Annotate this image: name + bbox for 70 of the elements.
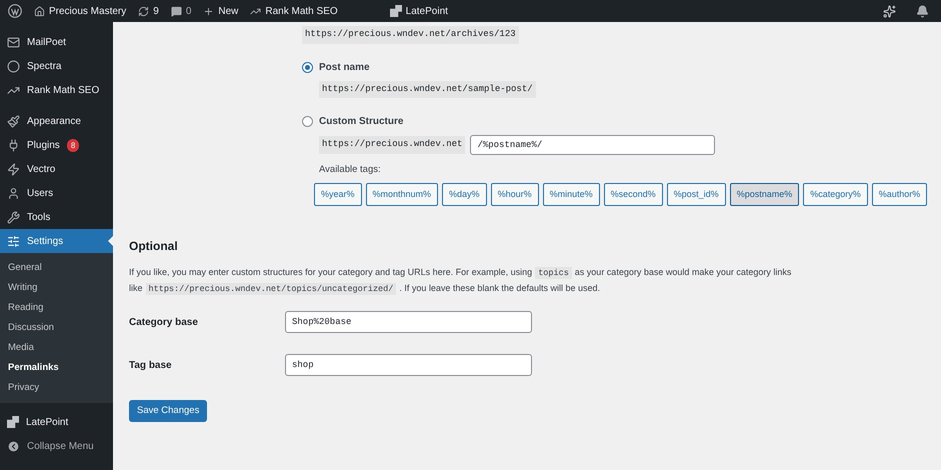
tag-button[interactable]: %year%	[314, 183, 362, 206]
submenu-item[interactable]: Privacy	[0, 378, 113, 398]
sidebar-item[interactable]: Vectro	[0, 157, 113, 181]
field-label: Tag base	[129, 358, 173, 373]
wrench-icon	[7, 210, 20, 224]
tag-button[interactable]: %second%	[604, 183, 663, 206]
submenu-item[interactable]: Writing	[0, 278, 113, 298]
section-heading: Optional	[129, 238, 179, 256]
toolbar-link[interactable]: LatePoint	[406, 4, 448, 18]
tag-button[interactable]: %minute%	[542, 183, 600, 206]
comments-count[interactable]: 0	[186, 4, 192, 18]
sparkle-icon[interactable]	[883, 4, 896, 18]
sidebar-item[interactable]: Tools	[0, 205, 113, 229]
submenu-item[interactable]: General	[0, 258, 113, 278]
radio-button[interactable]	[302, 116, 313, 127]
current-pointer-icon	[108, 236, 113, 246]
sidebar-item[interactable]: MailPoet	[0, 30, 113, 54]
home-icon[interactable]	[34, 6, 45, 16]
tag-button[interactable]: %post_id%	[666, 183, 726, 206]
new-link[interactable]: New	[218, 4, 238, 18]
url-example: https://precious.wndev.net/archives/123	[302, 26, 519, 44]
text-input[interactable]: shop	[285, 354, 532, 376]
description-text: If you like, you may enter custom structures for your category and tag URLs here. For example, using topics as your category base would make your category links like https://precious.wndev.net/topics/uncategorized/ . If you leave these blank the defaults will be used.	[129, 266, 792, 298]
collapse-menu-button[interactable]: Collapse Menu	[27, 438, 94, 454]
submenu-item[interactable]: Reading	[0, 298, 113, 318]
sidebar-item[interactable]: Users	[0, 181, 113, 205]
collapse-icon[interactable]	[7, 440, 20, 452]
site-name-link[interactable]: Precious Mastery	[49, 4, 126, 18]
field-label: Category base	[129, 316, 199, 330]
circle-icon	[7, 60, 20, 72]
url-prefix: https://precious.wndev.net	[319, 136, 466, 154]
tag-button[interactable]: %hour%	[490, 183, 539, 206]
mail-icon	[7, 36, 20, 48]
user-icon	[7, 186, 20, 200]
tag-button[interactable]: %day%	[442, 183, 487, 206]
count-badge: 8	[66, 138, 80, 152]
wordpress-logo-icon[interactable]	[8, 4, 22, 18]
lightning-icon	[7, 162, 20, 176]
url-example: https://precious.wndev.net/sample-post/	[319, 80, 536, 98]
sidebar-item[interactable]: Appearance	[0, 109, 113, 133]
paintbrush-icon	[7, 114, 20, 128]
tag-button[interactable]: %author%	[872, 183, 928, 206]
tag-button[interactable]: %monthnum%	[366, 183, 438, 206]
plus-icon[interactable]	[203, 6, 214, 16]
updates-count[interactable]: 9	[153, 4, 159, 18]
text-input[interactable]: Shop%20base	[285, 311, 532, 334]
submenu-item[interactable]: Permalinks	[0, 358, 113, 378]
sidebar-item[interactable]: Plugins 8	[0, 133, 113, 157]
plug-icon	[7, 138, 20, 152]
save-changes-button[interactable]: Save Changes	[129, 400, 208, 422]
refresh-icon[interactable]	[138, 6, 150, 16]
toolbar-link[interactable]: Rank Math SEO	[265, 4, 338, 18]
sidebar-item[interactable]: Settings	[0, 229, 113, 253]
sliders-icon	[7, 234, 20, 248]
submenu-item[interactable]: Media	[0, 338, 113, 358]
comment-icon[interactable]	[170, 6, 182, 16]
radio-button[interactable]	[302, 62, 313, 72]
sidebar-item[interactable]: Rank Math SEO	[0, 78, 113, 102]
squares-icon	[390, 5, 402, 17]
submenu-item[interactable]: Discussion	[0, 318, 113, 338]
bell-icon[interactable]	[916, 4, 929, 18]
sidebar-item[interactable]: LatePoint	[0, 410, 113, 434]
tag-button[interactable]: %postname%	[730, 183, 800, 206]
option-label[interactable]: Post name	[319, 60, 370, 74]
available-tags-label: Available tags:	[319, 163, 382, 177]
option-label[interactable]: Custom Structure	[319, 114, 404, 129]
squares-icon	[7, 416, 19, 428]
tag-button[interactable]: %category%	[803, 183, 868, 206]
sidebar-item[interactable]: Spectra	[0, 54, 113, 78]
structure-input[interactable]: /%postname%/	[470, 135, 716, 155]
